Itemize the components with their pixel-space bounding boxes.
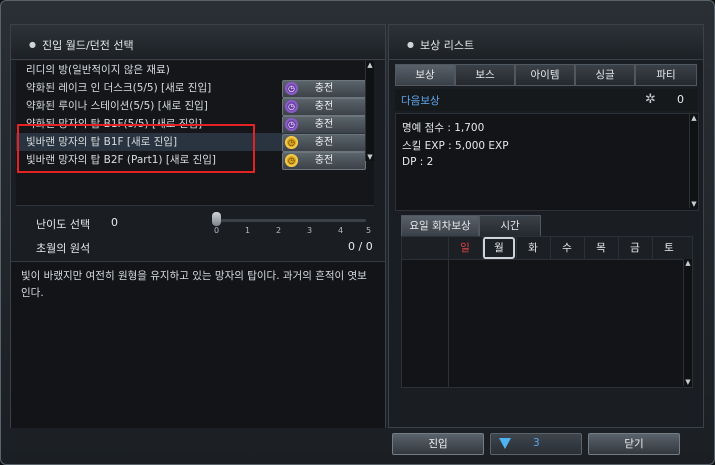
charge-button[interactable]: ◷ 충전 xyxy=(282,98,366,116)
dungeon-description: 빛이 바랬지만 여전히 원형을 유지하고 있는 망자의 탑이다. 과거의 흔적이… xyxy=(11,261,385,428)
gold-clock-icon: ◷ xyxy=(285,136,298,149)
reward-line: DP : 2 xyxy=(402,156,434,168)
next-reward-count: 0 xyxy=(677,93,684,106)
left-panel-title: ● 진입 월드/던전 선택 xyxy=(29,39,134,52)
close-button[interactable]: 닫기 xyxy=(588,433,680,455)
dungeon-row[interactable]: 약화된 레이크 인 더스크(5/5) [새로 진입] ◷ 충전 xyxy=(16,79,374,98)
gem-counter: 3 xyxy=(490,433,582,455)
right-panel-title: ● 보상 리스트 xyxy=(407,39,475,52)
table-divider xyxy=(448,259,449,387)
charge-button[interactable]: ◷ 충전 xyxy=(282,152,366,170)
title-bullet-icon: ● xyxy=(29,40,36,49)
tab-reward[interactable]: 보상 xyxy=(395,64,455,86)
reward-scrollbar[interactable]: ▲ ▼ xyxy=(689,114,698,208)
scroll-up-icon[interactable]: ▲ xyxy=(690,114,698,122)
difficulty-tick: 4 xyxy=(338,226,344,235)
day-header-row: 일 월 화 수 목 금 토 xyxy=(402,237,692,260)
reward-line: 명예 점수 : 1,700 xyxy=(402,122,485,134)
day-sunday[interactable]: 일 xyxy=(448,237,481,259)
next-reward-label: 다음보상 xyxy=(401,95,440,107)
dungeon-row[interactable]: 약화된 루이나 스테이션(5/5) [새로 진입] ◷ 충전 xyxy=(16,97,374,116)
day-saturday[interactable]: 토 xyxy=(652,237,685,259)
day-tuesday[interactable]: 화 xyxy=(516,237,549,259)
scroll-up-icon[interactable]: ▲ xyxy=(684,259,692,267)
day-wednesday[interactable]: 수 xyxy=(550,237,583,259)
highlight-annotation xyxy=(17,124,255,173)
tab-daily-reward[interactable]: 요일 회차보상 xyxy=(401,215,479,237)
tab-time[interactable]: 시간 xyxy=(479,215,541,237)
purple-clock-icon: ◷ xyxy=(285,118,298,131)
reward-tabs: 보상 보스 아이템 싱글 파티 xyxy=(395,64,697,86)
title-bullet-icon: ● xyxy=(407,40,414,49)
next-reward-bar: 다음보상 ✲ 0 xyxy=(395,89,697,111)
day-thursday[interactable]: 목 xyxy=(584,237,617,259)
charge-button[interactable]: ◷ 충전 xyxy=(282,116,366,134)
description-text: 빛이 바랬지만 여전히 원형을 유지하고 있는 망자의 탑이다. 과거의 흔적이… xyxy=(21,270,367,299)
charge-button[interactable]: ◷ 충전 xyxy=(282,80,366,98)
schedule-scrollbar[interactable]: ▲ ▼ xyxy=(683,259,692,386)
day-friday[interactable]: 금 xyxy=(618,237,651,259)
tab-boss[interactable]: 보스 xyxy=(455,64,515,86)
gem-count: 3 xyxy=(533,437,540,449)
dungeon-list-scrollbar[interactable]: ▲ ▼ xyxy=(365,61,374,161)
scroll-down-icon[interactable]: ▼ xyxy=(690,200,698,208)
scroll-down-icon[interactable]: ▼ xyxy=(366,153,374,161)
gold-clock-icon: ◷ xyxy=(285,154,298,167)
schedule-table: 일 월 화 수 목 금 토 ▲ ▼ xyxy=(401,236,693,388)
dungeon-name: 약화된 레이크 인 더스크(5/5) [새로 진입] xyxy=(26,82,212,94)
day-monday[interactable]: 월 xyxy=(482,237,515,259)
reward-details: 명예 점수 : 1,700 스킬 EXP : 5,000 EXP DP : 2 … xyxy=(395,113,699,211)
enter-button[interactable]: 진입 xyxy=(392,433,484,455)
difficulty-tick: 2 xyxy=(276,226,282,235)
dungeon-name: 리디의 방(일반적이지 않은 재료) xyxy=(26,64,170,76)
scroll-up-icon[interactable]: ▲ xyxy=(366,61,374,69)
difficulty-tick: 1 xyxy=(245,226,251,235)
difficulty-slider-knob[interactable] xyxy=(212,212,221,226)
difficulty-section: 난이도 선택 0 0 1 2 3 4 5 초월의 원석 0 / 0 xyxy=(16,205,374,260)
condition-value: 0 / 0 xyxy=(348,240,373,253)
purple-clock-icon: ◷ xyxy=(285,82,298,95)
difficulty-value: 0 xyxy=(111,216,118,229)
reward-list-panel: ● 보상 리스트 보상 보스 아이템 싱글 파티 다음보상 ✲ 0 명예 점수 :… xyxy=(388,24,704,428)
gem-icon xyxy=(499,438,511,449)
difficulty-tick: 5 xyxy=(366,226,372,235)
tab-single[interactable]: 싱글 xyxy=(575,64,635,86)
difficulty-tick: 3 xyxy=(307,226,313,235)
purple-clock-icon: ◷ xyxy=(285,100,298,113)
difficulty-slider-track[interactable] xyxy=(216,219,366,222)
dungeon-select-panel: ● 진입 월드/던전 선택 리디의 방(일반적이지 않은 재료) 약화된 레이크 … xyxy=(10,24,386,428)
pinwheel-icon: ✲ xyxy=(645,92,656,107)
tab-party[interactable]: 파티 xyxy=(635,64,697,86)
scroll-down-icon[interactable]: ▼ xyxy=(684,378,692,386)
dungeon-name: 약화된 루이나 스테이션(5/5) [새로 진입] xyxy=(26,100,208,112)
tab-item[interactable]: 아이템 xyxy=(515,64,575,86)
difficulty-label: 난이도 선택 xyxy=(36,218,91,231)
reward-line: 스킬 EXP : 5,000 EXP xyxy=(402,140,509,152)
charge-button[interactable]: ◷ 충전 xyxy=(282,134,366,152)
difficulty-tick: 0 xyxy=(214,226,220,235)
condition-label: 초월의 원석 xyxy=(36,242,91,255)
dungeon-row[interactable]: 리디의 방(일반적이지 않은 재료) xyxy=(16,61,374,79)
